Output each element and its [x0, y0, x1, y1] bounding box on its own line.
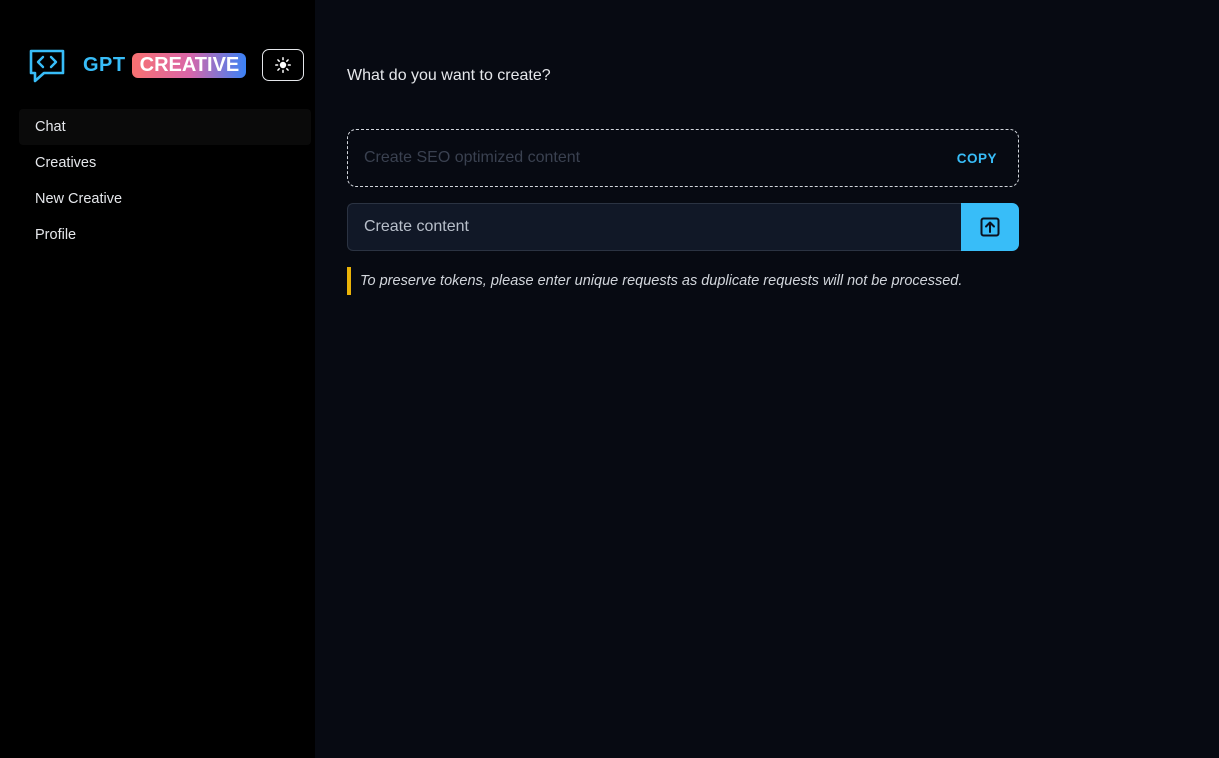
sidebar-nav: Chat Creatives New Creative Profile [19, 109, 311, 253]
brand-creative: CREATIVE [131, 53, 247, 78]
copy-button[interactable]: COPY [957, 151, 997, 166]
page-question: What do you want to create? [347, 67, 551, 84]
notice-message: To preserve tokens, please enter unique … [347, 267, 962, 295]
sidebar-item-chat[interactable]: Chat [19, 109, 311, 145]
app: GPT CREATIVE Chat Creatives New Creative… [0, 0, 1219, 758]
output-placeholder: Create SEO optimized content [364, 149, 581, 166]
brand-wordmark: GPT CREATIVE [83, 53, 247, 78]
sidebar-item-profile[interactable]: Profile [19, 217, 311, 253]
sidebar: GPT CREATIVE Chat Creatives New Creative… [0, 0, 315, 758]
theme-toggle-button[interactable] [262, 49, 304, 81]
prompt-form [347, 203, 1019, 251]
logo[interactable] [28, 48, 66, 84]
output-box: Create SEO optimized content COPY [347, 129, 1019, 187]
sidebar-item-creatives[interactable]: Creatives [19, 145, 311, 181]
sun-icon [275, 57, 291, 73]
main-content: What do you want to create? Create SEO o… [315, 0, 1219, 758]
sidebar-item-new-creative[interactable]: New Creative [19, 181, 311, 217]
brand-gpt: GPT [83, 54, 126, 76]
prompt-input[interactable] [347, 203, 961, 251]
submit-button[interactable] [961, 203, 1019, 251]
upload-arrow-icon [980, 217, 1000, 237]
chat-code-icon [29, 49, 65, 83]
